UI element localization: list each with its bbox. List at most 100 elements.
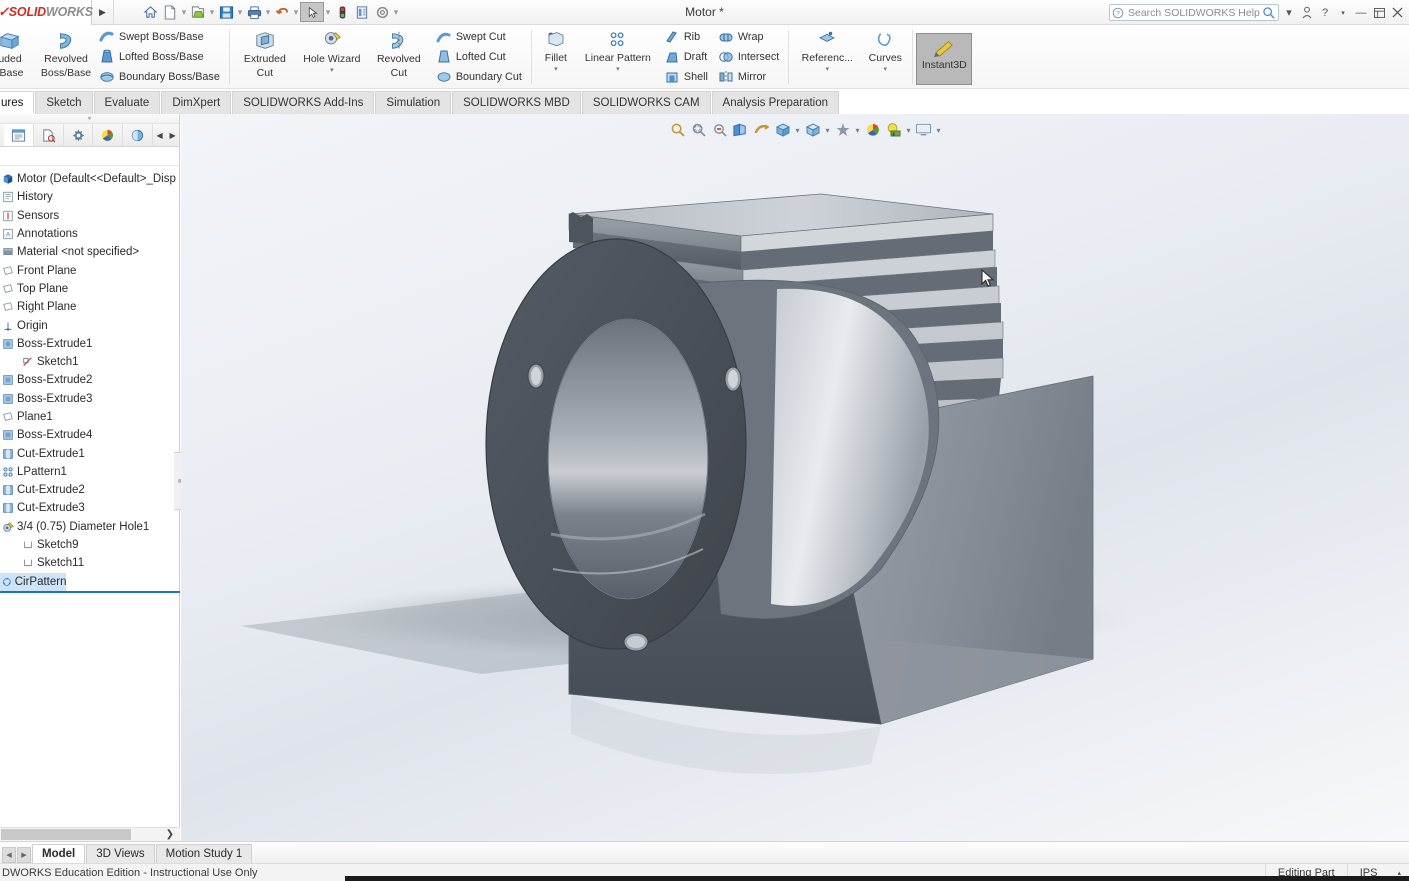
user-account-icon[interactable] [1299, 4, 1315, 22]
open-doc-dropdown-caret-icon[interactable]: ▾ [208, 7, 216, 18]
tree-item-boss-extrude2[interactable]: Boss-Extrude2 [0, 371, 179, 389]
panel-grip-handle[interactable]: ● [0, 114, 179, 123]
display-manager-tab[interactable] [93, 124, 124, 146]
bottom-tab-next-button[interactable]: ▶ [17, 847, 31, 863]
reference-geometry-dropdown-caret-icon[interactable]: ▾ [826, 66, 830, 74]
options-dropdown-caret-icon[interactable]: ▾ [392, 7, 400, 18]
tree-item-boss-extrude1[interactable]: Boss-Extrude1 [0, 335, 179, 353]
configuration-manager-tab[interactable] [64, 124, 94, 146]
tree-item-top-plane[interactable]: Top Plane [0, 280, 179, 298]
instant3d-button[interactable]: Instant3D [916, 33, 973, 85]
feature-manager-next-button[interactable]: ▶ [166, 124, 179, 146]
new-document-icon[interactable] [160, 2, 180, 23]
tree-item-right-plane[interactable]: Right Plane [0, 298, 179, 316]
fillet-dropdown-caret-icon[interactable]: ▾ [554, 66, 558, 74]
linear-pattern-dropdown-caret-icon[interactable]: ▾ [616, 66, 620, 74]
tab-solidworks-addins[interactable]: SOLIDWORKS Add-Ins [232, 91, 375, 114]
feature-manager-prev-button[interactable]: ◀ [153, 124, 166, 146]
boundary-cut-button[interactable]: Boundary Cut [433, 68, 525, 87]
swept-cut-button[interactable]: Swept Cut [433, 28, 525, 47]
bottom-tab-model[interactable]: Model [32, 844, 86, 863]
wrap-button[interactable]: Wrap [715, 28, 782, 47]
tab-solidworks-cam[interactable]: SOLIDWORKS CAM [581, 91, 711, 114]
graphics-area[interactable]: ▾ ▾ ▾ ▾ ▾ [181, 114, 1409, 841]
help-icon[interactable]: ? [1317, 4, 1333, 22]
extruded-boss-base-button[interactable]: uded /Base [0, 26, 38, 88]
file-properties-icon[interactable] [352, 2, 372, 23]
tree-item-lpattern1[interactable]: LPattern1 [0, 463, 179, 481]
revolved-boss-base-button[interactable]: Revolved Boss/Base [38, 26, 94, 88]
search-input[interactable]: ? Search SOLIDWORKS Help [1109, 4, 1279, 21]
tree-item-motor[interactable]: Motor (Default<<Default>_Disp [0, 170, 179, 188]
property-manager-tab[interactable] [34, 124, 64, 146]
hole-wizard-button[interactable]: Hole Wizard ▾ [297, 26, 367, 88]
rib-button[interactable]: Rib [661, 28, 711, 47]
undo-dropdown-caret-icon[interactable]: ▾ [292, 7, 300, 18]
minimize-window-button[interactable]: — [1353, 4, 1369, 22]
shell-button[interactable]: Shell [661, 68, 711, 87]
tab-sketch[interactable]: Sketch [35, 91, 93, 114]
tree-item-sketch1[interactable]: Sketch1 [0, 353, 179, 371]
home-icon[interactable] [140, 2, 160, 23]
boundary-boss-base-button[interactable]: Boundary Boss/Base [96, 68, 223, 87]
tree-item-origin[interactable]: Origin [0, 316, 179, 334]
feature-tree-scroll-right-arrow[interactable]: ❯ [166, 829, 174, 840]
intersect-button[interactable]: Intersect [715, 48, 782, 67]
tab-features[interactable]: ures [0, 91, 35, 114]
feature-manager-tree-tab[interactable] [4, 124, 34, 146]
tree-item-front-plane[interactable]: Front Plane [0, 261, 179, 279]
swept-boss-base-button[interactable]: Swept Boss/Base [96, 28, 223, 47]
select-dropdown-caret-icon[interactable]: ▾ [324, 7, 332, 18]
hole-wizard-dropdown-caret-icon[interactable]: ▾ [330, 67, 334, 75]
revolved-cut-button[interactable]: Revolved Cut [367, 26, 431, 88]
new-doc-dropdown-caret-icon[interactable]: ▾ [180, 7, 188, 18]
print-dropdown-caret-icon[interactable]: ▾ [264, 7, 272, 18]
feature-tree-scroll-thumb[interactable] [1, 829, 131, 840]
fillet-button[interactable]: Fillet ▾ [535, 26, 577, 88]
tab-simulation[interactable]: Simulation [375, 91, 452, 114]
mirror-button[interactable]: Mirror [715, 68, 782, 87]
tab-evaluate[interactable]: Evaluate [93, 91, 161, 114]
draft-button[interactable]: Draft [661, 48, 711, 67]
tree-item-annotations[interactable]: A Annotations [0, 225, 179, 243]
tab-dimxpert[interactable]: DimXpert [161, 91, 232, 114]
tree-item-material[interactable]: Material <not specified> [0, 243, 179, 261]
curves-button[interactable]: Curves ▾ [862, 26, 908, 88]
search-dropdown-caret-icon[interactable]: ▾ [1281, 4, 1297, 22]
tab-analysis-preparation[interactable]: Analysis Preparation [711, 91, 840, 114]
reference-geometry-button[interactable]: Referenc... ▾ [792, 26, 862, 88]
lofted-cut-button[interactable]: Lofted Cut [433, 48, 525, 67]
tree-item-cirpattern1[interactable]: CirPattern1 [0, 572, 66, 591]
tree-rollback-bar[interactable] [0, 590, 180, 593]
help-dropdown-caret-icon[interactable]: ▾ [1335, 4, 1351, 22]
tab-solidworks-mbd[interactable]: SOLIDWORKS MBD [452, 91, 581, 114]
rebuild-icon[interactable] [332, 2, 352, 23]
save-dropdown-caret-icon[interactable]: ▾ [236, 7, 244, 18]
feature-tree-horizontal-scrollbar[interactable]: ❯ [0, 827, 180, 841]
restore-window-button[interactable] [1371, 4, 1387, 22]
tree-item-diameter-hole1[interactable]: 3/4 (0.75) Diameter Hole1 [0, 518, 179, 536]
open-document-icon[interactable] [188, 2, 208, 23]
undo-icon[interactable] [272, 2, 292, 23]
menu-expand-arrow-icon[interactable]: ▶ [92, 0, 114, 25]
save-icon[interactable] [216, 2, 236, 23]
tree-item-cut-extrude1[interactable]: Cut-Extrude1 [0, 444, 179, 462]
linear-pattern-button[interactable]: Linear Pattern ▾ [577, 26, 659, 88]
bottom-tab-prev-button[interactable]: ◀ [2, 847, 16, 863]
tree-item-boss-extrude3[interactable]: Boss-Extrude3 [0, 390, 179, 408]
motor-3d-model[interactable] [181, 114, 1409, 841]
tree-item-plane1[interactable]: Plane1 [0, 408, 179, 426]
tree-item-cut-extrude2[interactable]: Cut-Extrude2 [0, 481, 179, 499]
select-icon[interactable] [300, 2, 324, 22]
close-window-button[interactable] [1389, 4, 1405, 22]
print-icon[interactable] [244, 2, 264, 23]
solidworks-logo[interactable]: ✓SOLIDWORKS [0, 0, 93, 25]
tree-item-sketch9[interactable]: Sketch9 [0, 536, 179, 554]
bottom-tab-motion-study-1[interactable]: Motion Study 1 [155, 844, 253, 863]
lofted-boss-base-button[interactable]: Lofted Boss/Base [96, 48, 223, 67]
feature-manager-filter-bar[interactable] [0, 147, 179, 166]
tree-item-sensors[interactable]: Sensors [0, 207, 179, 225]
extruded-cut-button[interactable]: Extruded Cut [233, 26, 297, 88]
options-gear-icon[interactable] [372, 2, 392, 23]
tree-item-history[interactable]: History [0, 188, 179, 206]
